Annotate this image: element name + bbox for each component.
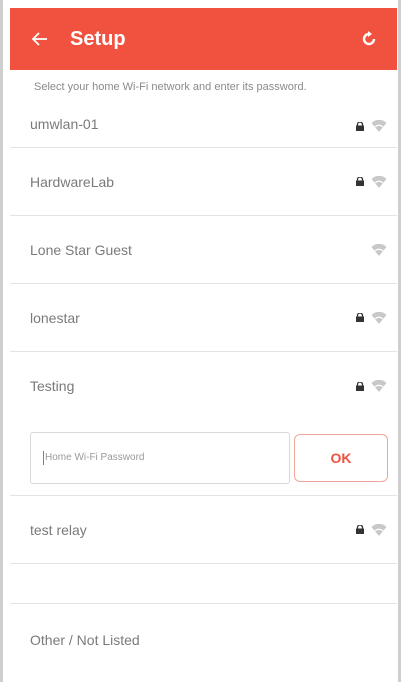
network-name: Testing: [30, 378, 75, 394]
lock-icon: [356, 381, 364, 391]
network-name: lonestar: [30, 309, 80, 326]
network-name: HardwareLab: [30, 173, 115, 190]
lock-icon: [356, 121, 364, 131]
lock-icon: [356, 177, 364, 186]
password-placeholder: Home Wi-Fi Password: [45, 452, 145, 463]
network-row[interactable]: umwlan-01: [10, 116, 397, 148]
refresh-icon: [362, 31, 376, 46]
lock-icon: [356, 313, 364, 322]
page-title: Setup: [70, 27, 126, 50]
network-row[interactable]: lonestar: [10, 284, 397, 352]
back-button[interactable]: [10, 32, 70, 46]
instruction-text: Select your home Wi-Fi network and enter…: [34, 81, 307, 93]
network-name: test relay: [30, 521, 87, 538]
network-row[interactable]: test relay: [10, 496, 397, 564]
network-row[interactable]: HardwareLab: [10, 148, 397, 216]
wifi-icon: [371, 523, 387, 536]
network-row[interactable]: Lone Star Guest: [10, 216, 397, 284]
wifi-icon: [371, 243, 387, 256]
network-row-selected[interactable]: Testing: [10, 352, 397, 420]
network-list: umwlan-01 HardwareLab Lone Star Guest lo…: [10, 116, 397, 676]
password-input[interactable]: Home Wi-Fi Password: [30, 431, 290, 484]
wifi-icon: [371, 311, 387, 324]
network-name: umwlan-01: [30, 116, 99, 132]
lock-icon: [356, 525, 364, 534]
arrow-left-icon: [32, 32, 47, 46]
app-bar: Setup: [10, 8, 397, 70]
wifi-icon: [371, 380, 387, 392]
wifi-icon: [371, 120, 387, 132]
other-network-option[interactable]: Other / Not Listed: [10, 604, 397, 676]
password-row: Home Wi-Fi Password OK: [10, 420, 397, 496]
text-cursor: [43, 450, 44, 465]
wifi-icon: [371, 175, 387, 188]
network-name: Lone Star Guest: [30, 241, 132, 258]
refresh-button[interactable]: [341, 31, 397, 47]
list-divider: [10, 564, 397, 604]
ok-button[interactable]: OK: [294, 433, 388, 482]
